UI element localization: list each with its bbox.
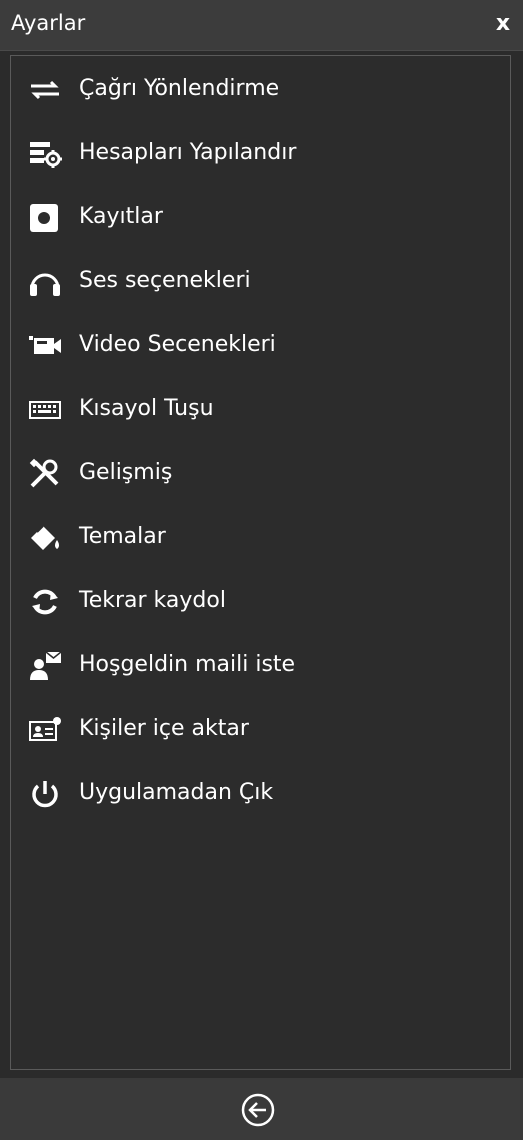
menu-item-label: Temalar: [79, 524, 166, 549]
menu-item-label: Kişiler içe aktar: [79, 716, 249, 741]
menu-item-label: Hoşgeldin maili iste: [79, 652, 296, 677]
call-forward-icon: [27, 74, 63, 106]
back-button[interactable]: [240, 1092, 276, 1128]
paint-bucket-icon: [27, 522, 63, 554]
menu-item-video-options[interactable]: Video Secenekleri: [23, 324, 493, 368]
menu-item-configure-accounts[interactable]: Hesapları Yapılandır: [23, 132, 493, 176]
menu-item-label: Ses seçenekleri: [79, 268, 251, 293]
account-settings-icon: [27, 138, 63, 170]
menu-item-label: Çağrı Yönlendirme: [79, 76, 280, 101]
menu-item-call-forwarding[interactable]: Çağrı Yönlendirme: [23, 68, 493, 112]
menu-item-themes[interactable]: Temalar: [23, 516, 493, 560]
menu-item-label: Video Secenekleri: [79, 332, 276, 357]
menu-item-label: Kayıtlar: [79, 204, 163, 229]
user-mail-icon: [27, 650, 63, 682]
settings-window: Ayarlar x Çağrı Yönlendirme Hesapları Ya…: [0, 0, 523, 1140]
refresh-icon: [27, 586, 63, 618]
tools-icon: [27, 458, 63, 490]
menu-item-label: Tekrar kaydol: [79, 588, 226, 613]
menu-item-request-welcome-mail[interactable]: Hoşgeldin maili iste: [23, 644, 493, 688]
menu-item-label: Hesapları Yapılandır: [79, 140, 297, 165]
menu-item-exit-app[interactable]: Uygulamadan Çık: [23, 772, 493, 816]
settings-panel: Çağrı Yönlendirme Hesapları Yapılandır K…: [10, 55, 511, 1070]
menu-item-re-register[interactable]: Tekrar kaydol: [23, 580, 493, 624]
footer-bar: [0, 1078, 523, 1140]
contacts-import-icon: [27, 714, 63, 746]
window-title: Ayarlar: [11, 11, 86, 35]
video-camera-icon: [27, 330, 63, 362]
menu-item-label: Uygulamadan Çık: [79, 780, 274, 805]
title-bar: Ayarlar x: [0, 0, 523, 51]
back-arrow-icon: [241, 1093, 275, 1127]
menu-item-audio-options[interactable]: Ses seçenekleri: [23, 260, 493, 304]
menu-item-import-contacts[interactable]: Kişiler içe aktar: [23, 708, 493, 752]
record-icon: [27, 202, 63, 234]
menu-item-label: Gelişmiş: [79, 460, 173, 485]
keyboard-icon: [27, 394, 63, 426]
menu-item-label: Kısayol Tuşu: [79, 396, 214, 421]
menu-item-advanced[interactable]: Gelişmiş: [23, 452, 493, 496]
menu-item-recordings[interactable]: Kayıtlar: [23, 196, 493, 240]
close-button[interactable]: x: [491, 10, 515, 38]
power-icon: [27, 778, 63, 810]
headphones-icon: [27, 266, 63, 298]
menu-item-shortcut-keys[interactable]: Kısayol Tuşu: [23, 388, 493, 432]
